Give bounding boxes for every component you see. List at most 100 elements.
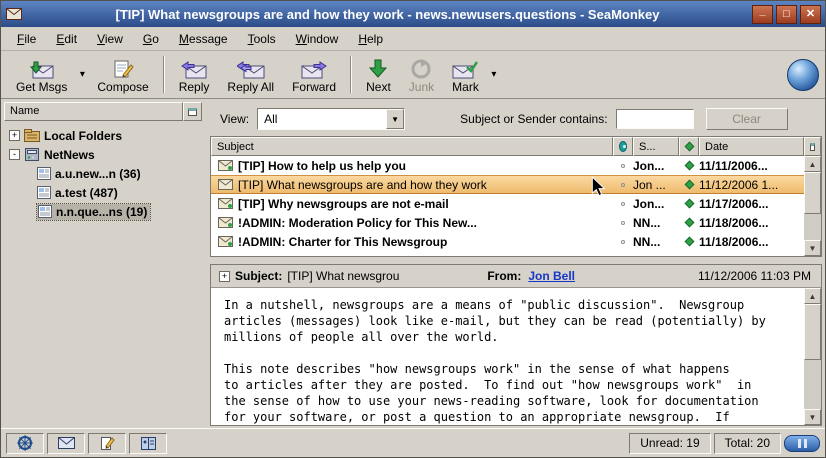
component-navigator-button[interactable] [6, 433, 44, 454]
menu-edit[interactable]: Edit [48, 29, 85, 49]
thread-pane-header: Subject S... Date [211, 137, 821, 156]
message-row-1[interactable]: [TIP] How to help us help you Jon... 11/… [211, 156, 804, 175]
column-subject[interactable]: Subject [211, 137, 613, 156]
dropdown-arrow-icon[interactable] [386, 109, 404, 129]
total-count: Total: 20 [714, 433, 781, 454]
menu-go[interactable]: Go [135, 29, 167, 49]
expand-icon[interactable]: + [9, 130, 20, 141]
junk-status-icon[interactable] [684, 199, 694, 209]
column-thread[interactable] [613, 137, 633, 156]
column-sender[interactable]: S... [633, 137, 679, 156]
get-msgs-button[interactable]: Get Msgs [7, 52, 76, 97]
quick-filter-bar: View: All Subject or Sender contains: Cl… [210, 102, 822, 136]
reply-button[interactable]: Reply [170, 52, 219, 97]
message-row-2-selected[interactable]: [TIP] What newsgroups are and how they w… [211, 175, 804, 194]
maximize-button[interactable] [776, 5, 797, 24]
menu-view[interactable]: View [89, 29, 131, 49]
scroll-down-icon[interactable] [804, 409, 821, 425]
column-date[interactable]: Date [699, 137, 804, 156]
newsgroup-icon [38, 205, 52, 218]
scroll-up-icon[interactable] [804, 156, 821, 172]
header-expand-icon[interactable]: + [219, 271, 230, 282]
scroll-down-icon[interactable] [804, 240, 821, 256]
newsgroup-item-1[interactable]: a.u.new...n (36) [4, 164, 202, 183]
junk-button: Junk [400, 52, 443, 97]
subject-label: Subject: [235, 269, 282, 283]
next-label: Next [366, 80, 391, 94]
message-envelope-icon [218, 217, 234, 228]
reply-all-label: Reply All [227, 80, 274, 94]
from-link[interactable]: Jon Bell [528, 269, 575, 283]
message-rows: [TIP] How to help us help you Jon... 11/… [211, 156, 804, 256]
message-body-text: In a nutshell, newsgroups are a means of… [211, 288, 804, 425]
newsgroup-item-2[interactable]: a.test (487) [4, 183, 202, 202]
message-subject: !ADMIN: Moderation Policy for This New..… [238, 216, 613, 230]
mark-button[interactable]: Mark [443, 52, 488, 97]
column-picker-icon [188, 108, 197, 116]
message-subject: [TIP] How to help us help you [238, 159, 613, 173]
address-book-icon [141, 437, 156, 450]
horizontal-splitter[interactable] [210, 257, 822, 264]
online-status-indicator[interactable] [784, 435, 820, 452]
forward-button[interactable]: Forward [283, 52, 345, 97]
folder-netnews[interactable]: - NetNews [4, 145, 202, 164]
navigator-wheel-icon [17, 435, 33, 451]
message-envelope-icon [218, 198, 234, 209]
compose-label: Compose [97, 80, 148, 94]
get-msgs-dropdown-icon[interactable] [76, 52, 88, 97]
message-row-3[interactable]: [TIP] Why newsgroups are not e-mail Jon.… [211, 194, 804, 213]
read-status-icon[interactable] [621, 183, 625, 187]
message-body-pane[interactable]: In a nutshell, newsgroups are a means of… [211, 288, 821, 425]
get-msgs-label: Get Msgs [16, 80, 67, 94]
message-date: 11/11/2006... [699, 159, 804, 173]
component-mail-button[interactable] [47, 433, 85, 454]
minimize-button[interactable] [752, 5, 773, 24]
collapse-icon[interactable]: - [9, 149, 20, 160]
newsgroup-label: n.n.que...ns (19) [56, 205, 147, 219]
reply-all-button[interactable]: Reply All [218, 52, 283, 97]
scroll-up-icon[interactable] [804, 288, 821, 304]
vertical-splitter[interactable] [202, 102, 210, 426]
read-status-icon[interactable] [621, 202, 625, 206]
menu-tools[interactable]: Tools [240, 29, 284, 49]
mark-label: Mark [452, 80, 479, 94]
list-column-picker[interactable] [804, 137, 821, 156]
message-date: 11/18/2006... [699, 216, 804, 230]
view-dropdown[interactable]: All [257, 108, 405, 130]
next-button[interactable]: Next [357, 52, 400, 97]
menu-window[interactable]: Window [288, 29, 347, 49]
folder-column-picker[interactable] [183, 102, 202, 121]
titlebar[interactable]: [TIP] What newsgroups are and how they w… [1, 1, 825, 27]
message-row-5[interactable]: !ADMIN: Charter for This Newsgroup NN...… [211, 232, 804, 251]
search-input[interactable] [616, 109, 694, 129]
scrollbar-thumb[interactable] [804, 304, 821, 360]
component-composer-button[interactable] [88, 433, 126, 454]
unread-count: Unread: 19 [629, 433, 710, 454]
compose-button[interactable]: Compose [88, 52, 157, 97]
column-flag[interactable] [679, 137, 699, 156]
newsgroup-item-selected[interactable]: n.n.que...ns (19) [4, 202, 202, 221]
message-row-4[interactable]: !ADMIN: Moderation Policy for This New..… [211, 213, 804, 232]
mark-dropdown-icon[interactable] [488, 52, 500, 97]
reply-label: Reply [179, 80, 210, 94]
message-sender: NN... [633, 235, 679, 249]
scrollbar-thumb[interactable] [804, 172, 821, 214]
component-addressbook-button[interactable] [129, 433, 167, 454]
close-button[interactable] [800, 5, 821, 24]
menu-message[interactable]: Message [171, 29, 236, 49]
junk-status-icon[interactable] [684, 237, 694, 247]
read-status-icon[interactable] [621, 164, 625, 168]
thread-pane-scrollbar[interactable] [804, 156, 821, 256]
mail-envelope-icon [58, 437, 75, 449]
toolbar-separator [163, 56, 165, 93]
menu-help[interactable]: Help [350, 29, 391, 49]
junk-status-icon[interactable] [684, 180, 694, 190]
menu-file[interactable]: File [9, 29, 44, 49]
folder-local-folders[interactable]: + Local Folders [4, 126, 202, 145]
message-pane-scrollbar[interactable] [804, 288, 821, 425]
read-status-icon[interactable] [621, 240, 625, 244]
read-status-icon[interactable] [621, 221, 625, 225]
junk-status-icon[interactable] [684, 218, 694, 228]
folder-column-name[interactable]: Name [4, 102, 183, 121]
junk-status-icon[interactable] [684, 161, 694, 171]
